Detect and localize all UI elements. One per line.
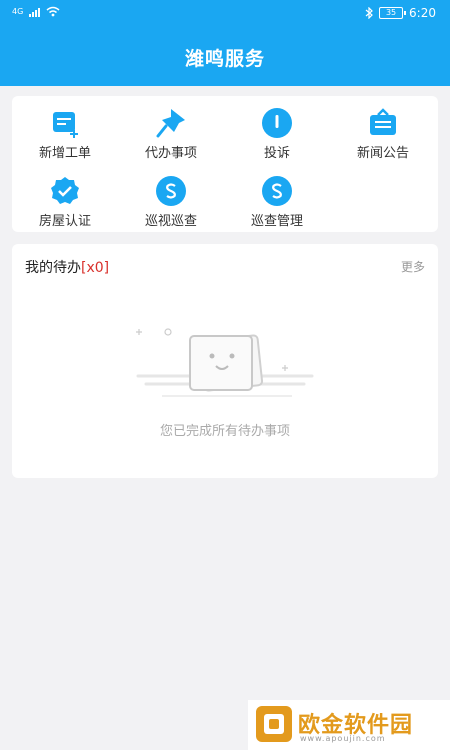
- announcement-icon: [370, 108, 396, 135]
- menu-label: 房屋认证: [38, 214, 91, 229]
- more-link[interactable]: 更多: [401, 258, 425, 275]
- watermark-logo-icon: [256, 706, 292, 742]
- menu-item-house-verify[interactable]: 房屋认证: [12, 174, 118, 242]
- pin-icon: [156, 109, 185, 138]
- menu-item-complaint[interactable]: 投诉: [224, 106, 330, 174]
- menu-label: 代办事项: [144, 146, 197, 161]
- battery-icon: 35: [379, 7, 407, 19]
- watermark-url: www.apoujin.com: [300, 734, 386, 743]
- todo-count: [x0]: [81, 260, 110, 276]
- todo-card: 我的待办[x0] 更多 您已完成所有待办事项: [12, 244, 438, 478]
- network-type: 4G: [12, 6, 24, 16]
- menu-item-news[interactable]: 新闻公告: [330, 106, 436, 174]
- menu-grid: 新增工单 代办事项 投诉 新闻公告 房屋认证 巡视巡查 巡查管理: [12, 96, 438, 232]
- menu-label: 新闻公告: [356, 146, 409, 161]
- patrol-management-icon: [262, 176, 292, 206]
- watermark: 欧金软件园 www.apoujin.com: [248, 700, 450, 750]
- menu-label: 巡查管理: [250, 214, 303, 229]
- battery-level: 35: [385, 8, 397, 17]
- status-bar: 4G 35 6:20: [0, 0, 450, 28]
- verified-badge-icon: [51, 177, 79, 204]
- menu-label: 新增工单: [38, 146, 91, 161]
- patrol-icon: [156, 176, 186, 206]
- menu-item-todo[interactable]: 代办事项: [118, 106, 224, 174]
- empty-state-illustration: [136, 328, 314, 397]
- menu-item-new-ticket[interactable]: 新增工单: [12, 106, 118, 174]
- signal-icon: [29, 7, 41, 17]
- complaint-icon: [262, 108, 292, 138]
- menu-label: 投诉: [263, 146, 290, 161]
- menu-label: 巡视巡查: [144, 214, 197, 229]
- clock: 6:20: [409, 6, 436, 20]
- menu-item-patrol[interactable]: 巡视巡查: [118, 174, 224, 242]
- wifi-icon: [46, 6, 60, 17]
- menu-item-patrol-management[interactable]: 巡查管理: [224, 174, 330, 242]
- page-title: 潍鸣服务: [184, 48, 265, 70]
- empty-state-text: 您已完成所有待办事项: [159, 424, 290, 439]
- todo-title: 我的待办[x0]: [25, 257, 109, 277]
- app-header: 4G 35 6:20 潍鸣服务: [0, 0, 450, 86]
- bluetooth-icon: [365, 7, 373, 19]
- new-ticket-icon: [53, 112, 78, 138]
- todo-title-text: 我的待办: [25, 260, 81, 276]
